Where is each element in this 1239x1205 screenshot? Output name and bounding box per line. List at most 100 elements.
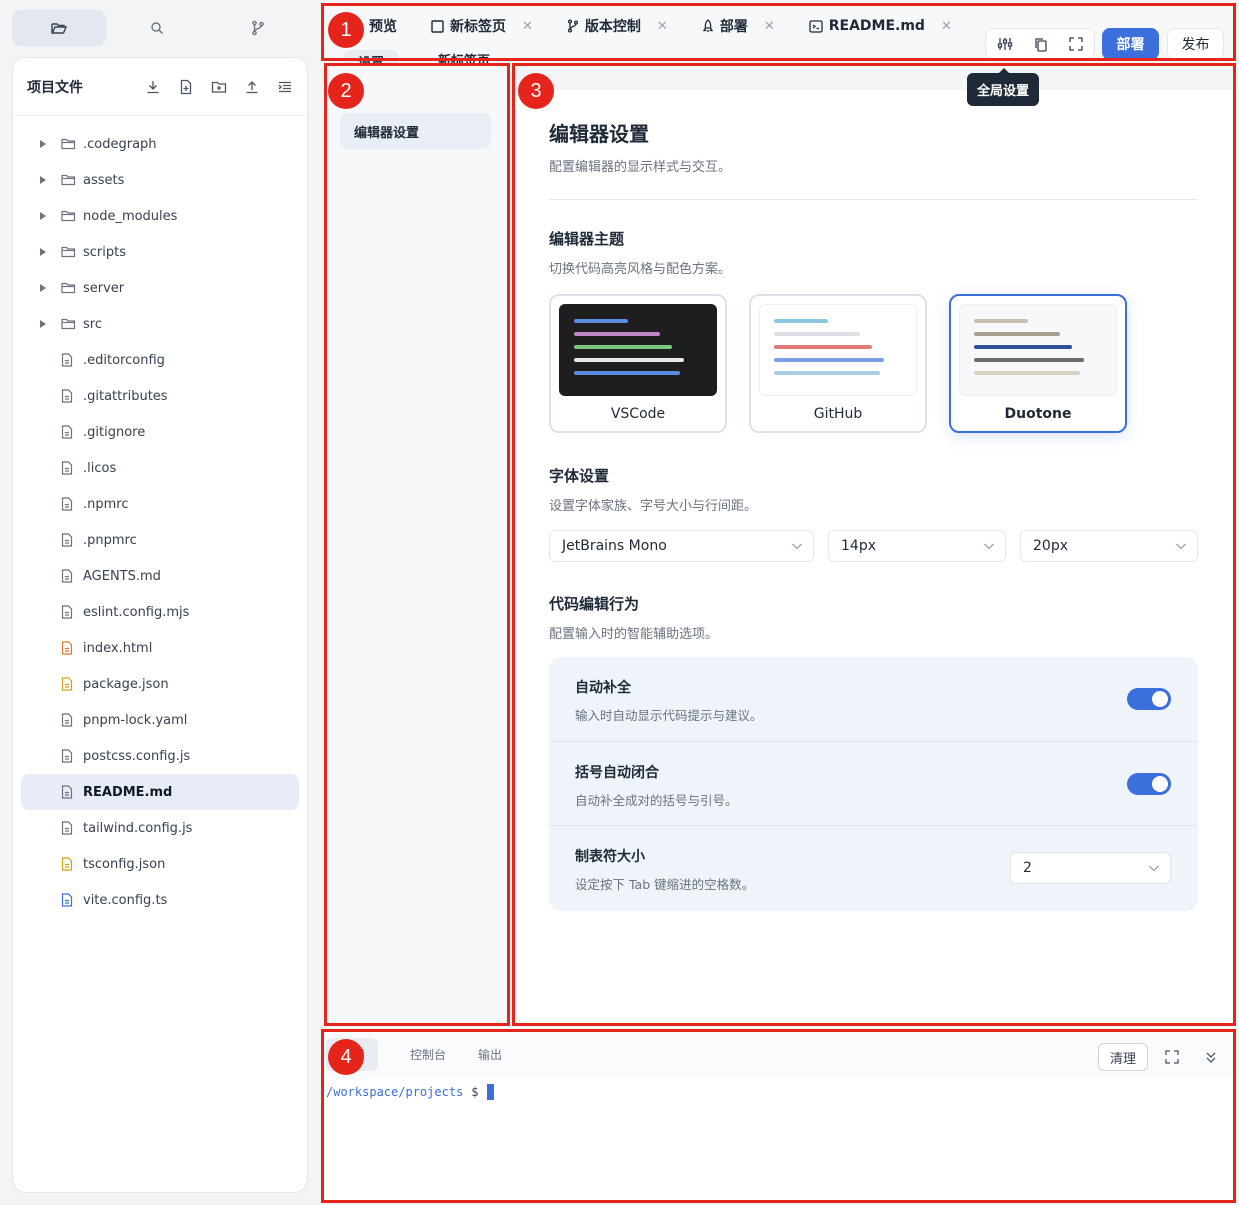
folder-icon (61, 210, 76, 222)
tree-file[interactable]: index.html (21, 630, 299, 666)
behavior-card: 自动补全 输入时自动显示代码提示与建议。 括号自动闭合 自动补全成对的括号与引号… (549, 657, 1198, 911)
git-tab[interactable] (207, 10, 308, 46)
tree-folder[interactable]: server (21, 270, 299, 306)
annotation-label-2: 2 (328, 73, 364, 109)
terminal-file-icon (809, 19, 823, 33)
theme-card-vscode[interactable]: VSCode (549, 294, 727, 433)
terminal-cursor (486, 1084, 494, 1100)
maximize-icon[interactable] (1165, 1050, 1179, 1064)
collapse-list-icon[interactable] (277, 79, 293, 95)
tab-3[interactable]: 部署 ✕ (702, 16, 775, 36)
editor-tabbar: 预览 新标签页 ✕ 版本控制 ✕ 部署 ✕ README.md ✕ 设置 新标签页 部署 发布 (322, 2, 1236, 73)
tree-file[interactable]: .gitattributes (21, 378, 299, 414)
folder-icon (61, 138, 76, 150)
tree-file[interactable]: .editorconfig (21, 342, 299, 378)
tree-item-label: assets (83, 172, 125, 188)
git-branch-icon (567, 19, 578, 33)
line-height-value: 20px (1033, 538, 1068, 554)
search-tab[interactable] (106, 10, 207, 46)
tree-item-label: server (83, 280, 125, 296)
tree-file[interactable]: tailwind.config.js (21, 810, 299, 846)
close-icon[interactable]: ✕ (941, 19, 952, 34)
autocomplete-toggle[interactable] (1127, 688, 1171, 710)
tab-4[interactable]: README.md ✕ (809, 18, 952, 34)
files-tab[interactable] (12, 10, 106, 46)
font-size-select[interactable]: 14px (828, 530, 1006, 562)
theme-card-duotone[interactable]: Duotone (949, 294, 1127, 433)
theme-heading: 编辑器主题 (549, 230, 625, 248)
terminal-panel: 终端 控制台 输出 清理 /workspace/projects $ (322, 1030, 1236, 1202)
toolbar-icon-group (985, 28, 1095, 60)
tree-file[interactable]: vite.config.ts (21, 882, 299, 918)
tab-0[interactable]: 预览 (369, 16, 397, 36)
tabsize-select[interactable]: 2 (1010, 852, 1171, 884)
tree-folder[interactable]: assets (21, 162, 299, 198)
tab-label: 版本控制 (584, 19, 641, 35)
tree-file[interactable]: .npmrc (21, 486, 299, 522)
tab-1[interactable]: 新标签页 ✕ (431, 16, 533, 36)
tree-file[interactable]: .gitignore (21, 414, 299, 450)
tabsize-value: 2 (1023, 860, 1032, 876)
file-icon (61, 641, 73, 655)
settings-sliders-icon[interactable] (997, 37, 1013, 51)
bracket-toggle[interactable] (1127, 773, 1171, 795)
fullscreen-icon[interactable] (1069, 37, 1083, 51)
tree-item-label: .codegraph (83, 136, 157, 152)
copy-icon[interactable] (1034, 37, 1048, 52)
clear-button[interactable]: 清理 (1098, 1043, 1148, 1071)
tree-folder[interactable]: node_modules (21, 198, 299, 234)
download-icon[interactable] (145, 79, 161, 95)
new-file-icon[interactable] (178, 79, 194, 95)
editor-tabs: 预览 新标签页 ✕ 版本控制 ✕ 部署 ✕ README.md ✕ (322, 12, 986, 40)
new-folder-icon[interactable] (211, 79, 227, 95)
chevron-down-icon (1176, 543, 1186, 550)
tree-file[interactable]: package.json (21, 666, 299, 702)
autocomplete-title: 自动补全 (575, 680, 631, 696)
tree-file[interactable]: .pnpmrc (21, 522, 299, 558)
chevron-right-icon (40, 284, 46, 292)
git-branch-icon (251, 20, 264, 36)
bracket-row: 括号自动闭合 自动补全成对的括号与引号。 (549, 741, 1198, 825)
tree-folder[interactable]: src (21, 306, 299, 342)
tab-label: 新标签页 (450, 19, 506, 35)
tab-output[interactable]: 输出 (478, 1046, 502, 1063)
tab-console[interactable]: 控制台 (410, 1046, 446, 1063)
theme-name-vscode: VSCode (610, 406, 666, 422)
publish-button[interactable]: 发布 (1167, 28, 1224, 60)
font-size-value: 14px (841, 538, 876, 554)
tree-item-label: README.md (83, 784, 173, 800)
nav-item-editor-settings[interactable]: 编辑器设置 (340, 113, 491, 149)
tree-file[interactable]: AGENTS.md (21, 558, 299, 594)
upload-icon[interactable] (244, 79, 260, 95)
tree-folder[interactable]: .codegraph (21, 126, 299, 162)
font-family-select[interactable]: JetBrains Mono (549, 530, 814, 562)
tree-file[interactable]: .licos (21, 450, 299, 486)
tree-item-label: vite.config.ts (83, 892, 168, 908)
deploy-button[interactable]: 部署 (1102, 28, 1159, 60)
tree-file[interactable]: eslint.config.mjs (21, 594, 299, 630)
file-icon (61, 353, 73, 367)
tab-2[interactable]: 版本控制 ✕ (567, 16, 668, 36)
line-height-select[interactable]: 20px (1020, 530, 1198, 562)
close-icon[interactable]: ✕ (522, 19, 533, 34)
tree-file[interactable]: tsconfig.json (21, 846, 299, 882)
tree-file[interactable]: pnpm-lock.yaml (21, 702, 299, 738)
tree-item-label: tsconfig.json (83, 856, 166, 872)
collapse-down-icon[interactable] (1205, 1050, 1217, 1064)
close-icon[interactable]: ✕ (764, 19, 775, 34)
bracket-title: 括号自动闭合 (575, 765, 659, 781)
tree-file[interactable]: postcss.config.js (21, 738, 299, 774)
tree-item-label: .npmrc (83, 496, 129, 512)
close-icon[interactable]: ✕ (657, 19, 668, 34)
tree-item-label: pnpm-lock.yaml (83, 712, 188, 728)
tree-item-label: scripts (83, 244, 126, 260)
annotation-label-1: 1 (328, 12, 364, 48)
tree-folder[interactable]: scripts (21, 234, 299, 270)
autocomplete-row: 自动补全 输入时自动显示代码提示与建议。 (549, 657, 1198, 741)
bracket-desc: 自动补全成对的括号与引号。 (575, 793, 738, 808)
page-subtitle: 配置编辑器的显示样式与交互。 (549, 160, 732, 175)
file-icon (61, 893, 73, 907)
theme-card-github[interactable]: GitHub (749, 294, 927, 433)
tree-file[interactable]: README.md (21, 774, 299, 810)
terminal-prompt[interactable]: /workspace/projects $ (326, 1084, 494, 1100)
